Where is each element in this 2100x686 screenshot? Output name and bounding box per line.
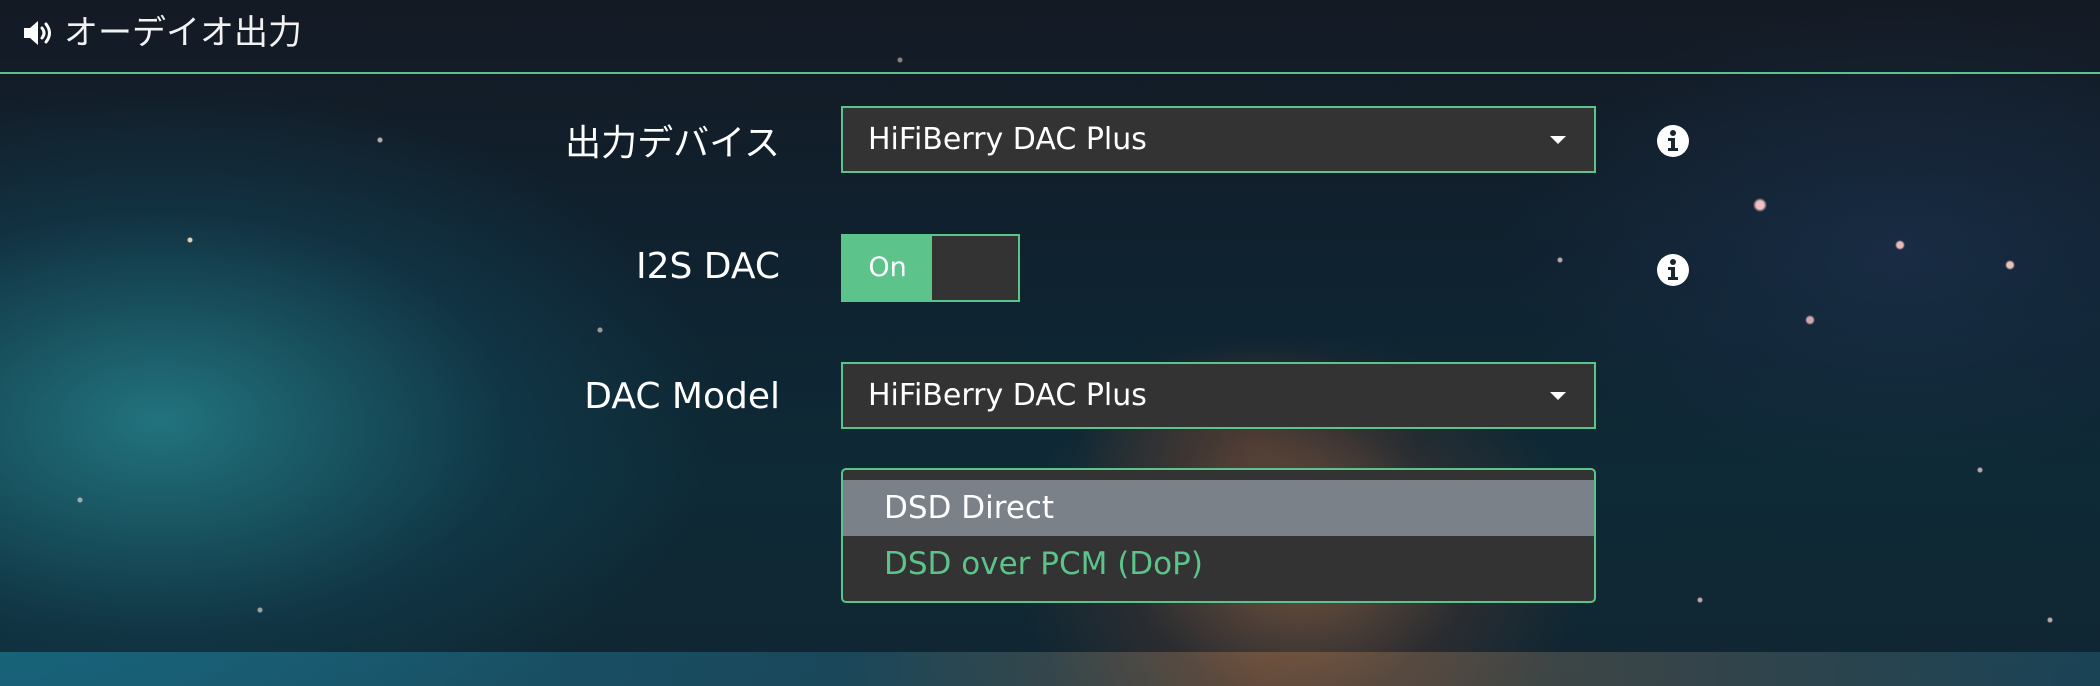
info-circle-icon[interactable] <box>1656 253 1690 287</box>
toggle-on-label: On <box>843 236 932 300</box>
dac-model-value: HiFiBerry DAC Plus <box>868 378 1147 413</box>
audio-output-settings-page: オーデイオ出力 出力デバイス HiFiBerry DAC Plus I2S DA… <box>0 0 2100 686</box>
dsd-mode-dropdown[interactable]: DSD Direct DSD over PCM (DoP) <box>841 468 1596 603</box>
output-device-select[interactable]: HiFiBerry DAC Plus <box>841 106 1596 173</box>
bottom-panel-edge <box>0 652 2100 686</box>
dac-model-label: DAC Model <box>584 376 780 417</box>
info-circle-icon[interactable] <box>1656 124 1690 158</box>
output-device-value: HiFiBerry DAC Plus <box>868 122 1147 157</box>
speaker-volume-icon <box>22 18 56 48</box>
dropdown-option-dsd-over-pcm[interactable]: DSD over PCM (DoP) <box>843 536 1594 592</box>
chevron-down-icon <box>1550 392 1566 400</box>
section-header: オーデイオ出力 <box>0 0 2100 74</box>
i2s-dac-toggle[interactable]: On <box>841 234 1020 302</box>
dropdown-option-dsd-direct[interactable]: DSD Direct <box>843 480 1594 536</box>
i2s-dac-label: I2S DAC <box>635 246 780 287</box>
section-title: オーデイオ出力 <box>64 13 302 53</box>
chevron-down-icon <box>1550 136 1566 144</box>
output-device-label: 出力デバイス <box>565 123 780 164</box>
dac-model-select[interactable]: HiFiBerry DAC Plus <box>841 362 1596 429</box>
